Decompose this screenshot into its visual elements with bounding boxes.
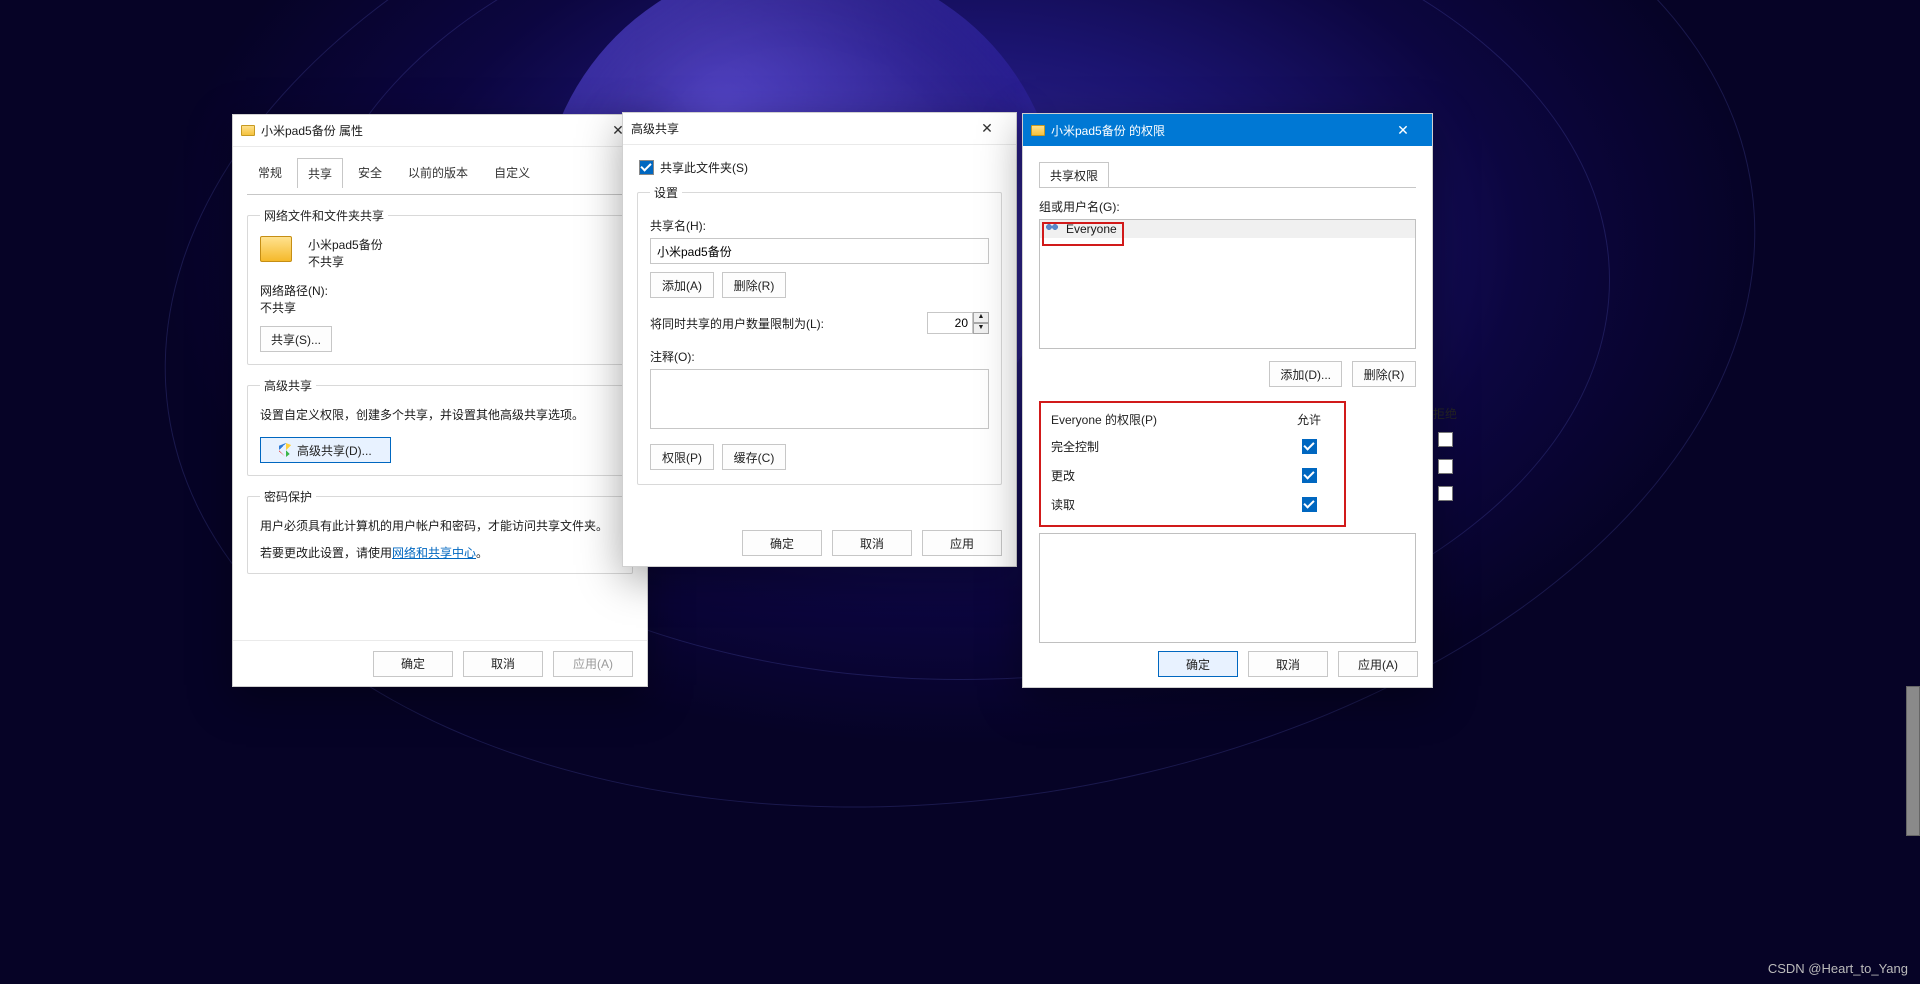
deny-full-control-checkbox[interactable] xyxy=(1438,432,1453,447)
properties-title: 小米pad5备份 属性 xyxy=(261,122,363,139)
folder-icon xyxy=(1031,125,1045,136)
user-limit-label: 将同时共享的用户数量限制为(L): xyxy=(650,315,824,332)
comment-textarea[interactable] xyxy=(650,369,989,429)
network-sharing-center-link[interactable]: 网络和共享中心 xyxy=(392,546,476,560)
share-folder-checkbox-row[interactable]: 共享此文件夹(S) xyxy=(639,159,1002,176)
cancel-button[interactable]: 取消 xyxy=(1248,651,1328,677)
advanced-sharing-title: 高级共享 xyxy=(631,120,679,137)
add-user-button[interactable]: 添加(D)... xyxy=(1269,361,1342,387)
permissions-empty-area xyxy=(1039,533,1416,643)
page-scrollbar[interactable] xyxy=(1906,686,1920,836)
advanced-share-legend: 高级共享 xyxy=(260,377,316,394)
user-limit-spinner[interactable]: ▲ ▼ xyxy=(927,312,989,334)
tab-general[interactable]: 常规 xyxy=(247,157,293,187)
password-line2-post: 。 xyxy=(476,546,488,560)
deny-change-checkbox[interactable] xyxy=(1438,459,1453,474)
advanced-share-button[interactable]: 高级共享(D)... xyxy=(260,437,391,463)
permissions-button[interactable]: 权限(P) xyxy=(650,444,714,470)
tab-sharing[interactable]: 共享 xyxy=(297,158,343,188)
share-folder-checkbox[interactable] xyxy=(639,160,654,175)
properties-titlebar[interactable]: 小米pad5备份 属性 ✕ xyxy=(233,115,647,147)
share-folder-label: 共享此文件夹(S) xyxy=(660,159,748,176)
password-line2-pre: 若要更改此设置，请使用 xyxy=(260,546,392,560)
permissions-for-label: Everyone 的权限(P) xyxy=(1051,411,1234,428)
ok-button[interactable]: 确定 xyxy=(373,651,453,677)
user-limit-input[interactable] xyxy=(927,312,973,334)
apply-button[interactable]: 应用(A) xyxy=(553,651,633,677)
perm-row-read: 读取 xyxy=(1045,490,1340,519)
shared-folder-name: 小米pad5备份 xyxy=(308,236,383,253)
advanced-share-desc: 设置自定义权限，创建多个共享，并设置其他高级共享选项。 xyxy=(260,406,620,423)
tab-security[interactable]: 安全 xyxy=(347,157,393,187)
permissions-dialog: 小米pad5备份 的权限 ✕ 共享权限 组或用户名(G): Everyone 添… xyxy=(1022,113,1433,688)
folder-icon xyxy=(241,125,255,136)
remove-share-button[interactable]: 删除(R) xyxy=(722,272,786,298)
allow-read-checkbox[interactable] xyxy=(1302,497,1317,512)
close-icon[interactable]: ✕ xyxy=(966,114,1008,144)
spinner-down-icon[interactable]: ▼ xyxy=(973,323,989,334)
permissions-titlebar[interactable]: 小米pad5备份 的权限 ✕ xyxy=(1023,114,1432,146)
properties-tabs: 常规 共享 安全 以前的版本 自定义 xyxy=(247,157,633,187)
password-protect-legend: 密码保护 xyxy=(260,488,316,505)
advanced-share-button-label: 高级共享(D)... xyxy=(297,442,372,459)
allow-highlight-annotation: Everyone 的权限(P) 允许 完全控制 更改 读取 xyxy=(1039,401,1346,527)
settings-legend: 设置 xyxy=(650,184,682,201)
folder-large-icon xyxy=(260,236,292,262)
settings-group: 设置 共享名(H): 添加(A) 删除(R) 将同时共享的用户数量限制为(L):… xyxy=(637,184,1002,485)
add-share-button[interactable]: 添加(A) xyxy=(650,272,714,298)
allow-change-checkbox[interactable] xyxy=(1302,468,1317,483)
deny-read-checkbox[interactable] xyxy=(1438,486,1453,501)
perm-name: 更改 xyxy=(1051,467,1234,484)
perm-name: 完全控制 xyxy=(1051,438,1234,455)
sharename-input[interactable] xyxy=(650,238,989,264)
comment-label: 注释(O): xyxy=(650,348,989,365)
permissions-title: 小米pad5备份 的权限 xyxy=(1051,122,1165,139)
properties-dialog: 小米pad5备份 属性 ✕ 常规 共享 安全 以前的版本 自定义 网络文件和文件… xyxy=(232,114,648,687)
netpath-value: 不共享 xyxy=(260,299,620,316)
column-allow: 允许 xyxy=(1284,411,1334,428)
ok-button[interactable]: 确定 xyxy=(742,530,822,556)
user-item-label: Everyone xyxy=(1066,222,1117,236)
permissions-tab[interactable]: 共享权限 xyxy=(1039,162,1109,188)
share-button[interactable]: 共享(S)... xyxy=(260,326,332,352)
cancel-button[interactable]: 取消 xyxy=(832,530,912,556)
advanced-sharing-dialog: 高级共享 ✕ 共享此文件夹(S) 设置 共享名(H): 添加(A) 删除(R) … xyxy=(622,112,1017,567)
caching-button[interactable]: 缓存(C) xyxy=(722,444,786,470)
remove-user-button[interactable]: 删除(R) xyxy=(1352,361,1416,387)
advanced-share-group: 高级共享 设置自定义权限，创建多个共享，并设置其他高级共享选项。 高级共享(D)… xyxy=(247,377,633,476)
users-icon xyxy=(1044,223,1060,235)
advanced-sharing-titlebar[interactable]: 高级共享 ✕ xyxy=(623,113,1016,145)
watermark: CSDN @Heart_to_Yang xyxy=(1768,961,1908,976)
deny-column: 拒绝 xyxy=(1364,401,1416,527)
apply-button[interactable]: 应用 xyxy=(922,530,1002,556)
perm-name: 读取 xyxy=(1051,496,1234,513)
user-item-everyone[interactable]: Everyone xyxy=(1040,220,1415,238)
close-icon[interactable]: ✕ xyxy=(1382,115,1424,145)
network-share-group: 网络文件和文件夹共享 小米pad5备份 不共享 网络路径(N): 不共享 共享(… xyxy=(247,207,633,365)
group-users-label: 组或用户名(G): xyxy=(1039,198,1416,215)
perm-row-change: 更改 xyxy=(1045,461,1340,490)
column-deny: 拒绝 xyxy=(1420,405,1470,422)
network-share-legend: 网络文件和文件夹共享 xyxy=(260,207,388,224)
tab-previous-versions[interactable]: 以前的版本 xyxy=(397,157,479,187)
password-line1: 用户必须具有此计算机的用户帐户和密码，才能访问共享文件夹。 xyxy=(260,517,620,534)
shield-icon xyxy=(279,443,293,457)
tab-customize[interactable]: 自定义 xyxy=(483,157,541,187)
netpath-label: 网络路径(N): xyxy=(260,282,620,299)
ok-button[interactable]: 确定 xyxy=(1158,651,1238,677)
sharename-label: 共享名(H): xyxy=(650,217,989,234)
apply-button[interactable]: 应用(A) xyxy=(1338,651,1418,677)
perm-row-full-control: 完全控制 xyxy=(1045,432,1340,461)
share-state: 不共享 xyxy=(308,253,383,270)
spinner-up-icon[interactable]: ▲ xyxy=(973,312,989,323)
password-protect-group: 密码保护 用户必须具有此计算机的用户帐户和密码，才能访问共享文件夹。 若要更改此… xyxy=(247,488,633,574)
allow-full-control-checkbox[interactable] xyxy=(1302,439,1317,454)
cancel-button[interactable]: 取消 xyxy=(463,651,543,677)
users-listbox[interactable]: Everyone xyxy=(1039,219,1416,349)
password-line2: 若要更改此设置，请使用网络和共享中心。 xyxy=(260,544,620,561)
